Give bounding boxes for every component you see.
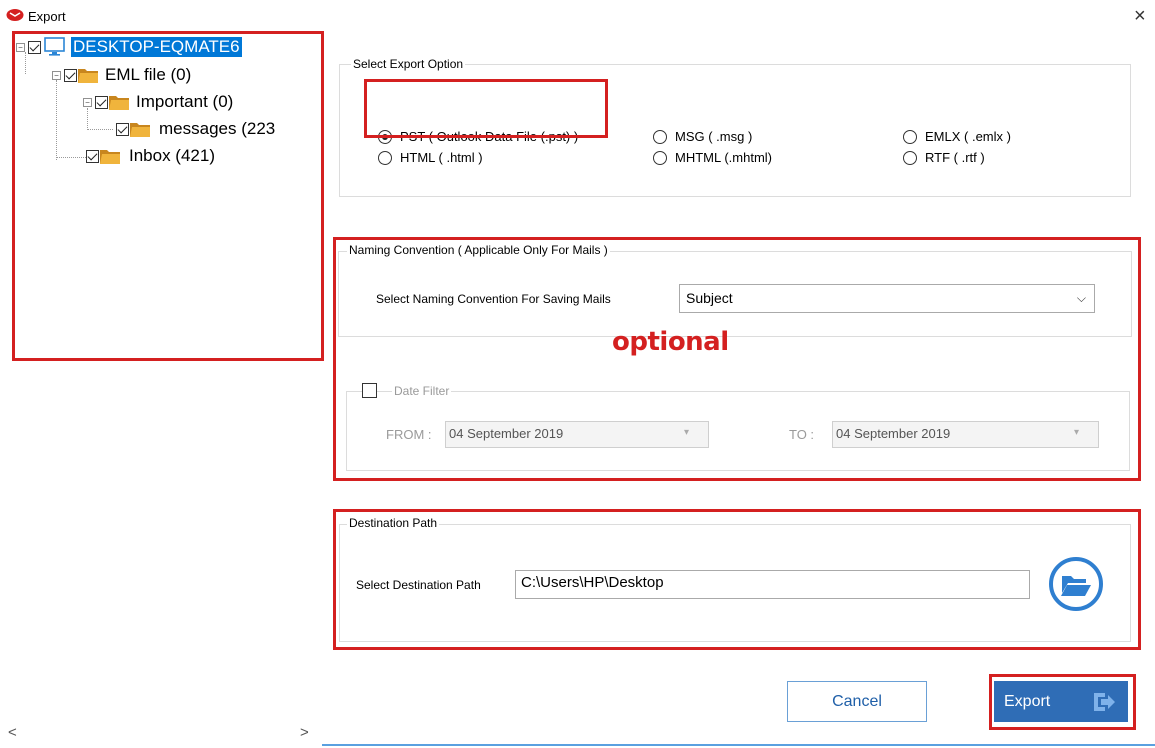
- folder-icon: [100, 150, 120, 164]
- radio-rtf[interactable]: RTF ( .rtf ): [903, 150, 985, 165]
- naming-convention-select[interactable]: Subject ⌵: [679, 284, 1095, 313]
- radio-button[interactable]: [653, 150, 667, 165]
- tree-label-eml: EML file (0): [105, 65, 192, 84]
- radio-msg[interactable]: MSG ( .msg ): [653, 129, 752, 144]
- folder-icon: [78, 69, 98, 83]
- tree-node-messages[interactable]: messages (223: [116, 118, 275, 140]
- date-from-label: FROM :: [386, 427, 432, 442]
- tree-label-inbox: Inbox (421): [129, 146, 215, 165]
- radio-label: HTML ( .html ): [400, 150, 483, 165]
- tree-label-messages: messages (223: [159, 119, 276, 138]
- calendar-dropdown-icon[interactable]: ▾: [684, 427, 704, 441]
- date-from-picker[interactable]: 04 September 2019 ▾: [445, 421, 709, 448]
- date-from-value: 04 September 2019: [449, 426, 564, 441]
- radio-button[interactable]: [653, 129, 667, 144]
- tree-node-desktop[interactable]: − DESKTOP-EQMATE6: [16, 36, 242, 58]
- radio-label: MSG ( .msg ): [675, 129, 753, 144]
- radio-label: RTF ( .rtf ): [925, 150, 985, 165]
- radio-emlx[interactable]: EMLX ( .emlx ): [903, 129, 1011, 144]
- folder-open-icon[interactable]: [1048, 556, 1104, 612]
- export-option-title: Select Export Option: [351, 57, 466, 71]
- radio-button[interactable]: [903, 150, 917, 165]
- radio-button[interactable]: [378, 129, 392, 144]
- destination-path-title: Destination Path: [347, 516, 440, 530]
- computer-icon: [44, 37, 65, 56]
- window-title: Export: [28, 9, 66, 24]
- tree-node-inbox[interactable]: Inbox (421): [86, 145, 215, 167]
- date-to-label: TO :: [789, 427, 815, 442]
- radio-label: PST ( Outlook Data File (.pst) ): [400, 129, 579, 144]
- date-to-value: 04 September 2019: [836, 426, 951, 441]
- radio-label: EMLX ( .emlx ): [925, 129, 1011, 144]
- checkbox[interactable]: [95, 95, 108, 109]
- radio-pst[interactable]: PST ( Outlook Data File (.pst) ): [378, 129, 578, 144]
- tree-horizontal-scrollbar[interactable]: < >: [0, 722, 322, 744]
- date-filter-label: Date Filter: [392, 384, 452, 398]
- tree-node-important[interactable]: − Important (0): [83, 91, 233, 113]
- scroll-left-arrow-icon[interactable]: <: [8, 724, 17, 741]
- date-to-picker[interactable]: 04 September 2019 ▾: [832, 421, 1099, 448]
- tree-label-important: Important (0): [136, 92, 234, 111]
- checkbox[interactable]: [116, 122, 129, 136]
- tree-label-desktop: DESKTOP-EQMATE6: [71, 37, 242, 57]
- checkbox[interactable]: [86, 149, 99, 163]
- naming-convention-title: Naming Convention ( Applicable Only For …: [347, 243, 610, 257]
- radio-button[interactable]: [903, 129, 917, 144]
- destination-path-input[interactable]: C:\Users\HP\Desktop: [515, 570, 1030, 599]
- calendar-dropdown-icon[interactable]: ▾: [1074, 427, 1094, 441]
- scroll-right-arrow-icon[interactable]: >: [300, 724, 309, 741]
- collapse-icon[interactable]: −: [83, 97, 92, 107]
- window-bottom-border: [322, 744, 1155, 746]
- naming-convention-label: Select Naming Convention For Saving Mail…: [376, 292, 611, 306]
- export-button-label: Export: [1004, 692, 1051, 710]
- folder-icon: [109, 96, 129, 110]
- export-button[interactable]: Export: [994, 681, 1128, 722]
- radio-label: MHTML (.mhtml): [675, 150, 773, 165]
- radio-html[interactable]: HTML ( .html ): [378, 150, 483, 165]
- collapse-icon[interactable]: −: [16, 42, 25, 52]
- export-arrow-icon: [1094, 693, 1115, 711]
- radio-mhtml[interactable]: MHTML (.mhtml): [653, 150, 772, 165]
- destination-path-label: Select Destination Path: [356, 578, 481, 592]
- close-button[interactable]: ×: [1134, 6, 1146, 26]
- date-filter-checkbox[interactable]: [362, 383, 377, 398]
- checkbox[interactable]: [28, 40, 41, 54]
- checkbox[interactable]: [64, 68, 77, 82]
- optional-annotation: optional: [612, 327, 729, 357]
- naming-convention-value: Subject: [686, 290, 733, 306]
- tree-node-eml[interactable]: − EML file (0): [52, 64, 191, 86]
- chevron-down-icon[interactable]: ⌵: [1077, 291, 1086, 306]
- destination-path-value: C:\Users\HP\Desktop: [521, 574, 664, 591]
- folder-icon: [130, 123, 150, 137]
- collapse-icon[interactable]: −: [52, 70, 61, 80]
- radio-button[interactable]: [378, 150, 392, 165]
- cancel-button[interactable]: Cancel: [787, 681, 927, 722]
- app-logo-icon: [6, 9, 24, 21]
